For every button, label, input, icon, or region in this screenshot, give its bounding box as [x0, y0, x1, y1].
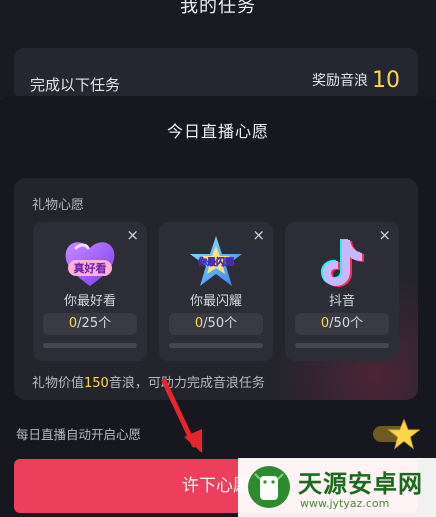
- gift-name: 你最闪耀: [189, 294, 242, 309]
- task-card: 完成以下任务 奖励音浪 10: [14, 48, 418, 100]
- gift-card-ni-zui-hao-kan[interactable]: × 真好看 你最好看 0/25个: [33, 222, 147, 361]
- gift-card-ni-zui-shan-yao[interactable]: × 你最闪耀 你最闪耀 0/50个: [159, 222, 273, 361]
- close-icon[interactable]: ×: [126, 226, 139, 244]
- close-icon[interactable]: ×: [252, 226, 265, 244]
- gift-value-note: 礼物价值150音浪，可助力完成音浪任务: [32, 372, 265, 391]
- gift-count: 0/50个: [295, 313, 389, 335]
- close-icon[interactable]: ×: [378, 226, 391, 244]
- gift-art-text: 你最闪耀: [197, 256, 234, 268]
- note-prefix: 礼物价值: [32, 376, 85, 391]
- task-description: 完成以下任务: [30, 76, 121, 94]
- gift-count-current: 0: [320, 316, 330, 331]
- gift-progress-bar: [169, 343, 263, 348]
- auto-open-toggle[interactable]: [373, 418, 420, 450]
- gift-name: 抖音: [328, 294, 355, 309]
- star-gift-icon: 你最闪耀: [190, 236, 242, 286]
- annotation-arrow-icon: [161, 378, 202, 453]
- reward-label: 奖励音浪: [312, 73, 368, 89]
- gift-wish-label: 礼物心愿: [32, 198, 85, 213]
- gift-count-target: /50个: [203, 316, 238, 331]
- star-toggle-knob-icon[interactable]: [388, 418, 420, 450]
- watermark-logo-icon: [248, 466, 290, 508]
- gift-name: 你最好看: [63, 294, 116, 309]
- gift-progress-bar: [43, 343, 137, 348]
- sheet-title: 今日直播心愿: [166, 122, 269, 141]
- gift-count-current: 0: [194, 316, 204, 331]
- gift-art-text: 真好看: [74, 261, 107, 275]
- reward-value: 10: [372, 68, 400, 93]
- heart-gift-icon: 真好看: [65, 242, 115, 286]
- task-reward: 奖励音浪 10: [312, 68, 400, 93]
- note-value: 150: [84, 376, 109, 391]
- gift-wish-panel: 礼物心愿 × 真好看 你最好看 0/25个 × 你最闪耀 你最闪耀 0/50个 …: [14, 178, 418, 400]
- gift-count: 0/50个: [169, 313, 263, 335]
- watermark-name: 天源安卓网: [298, 470, 423, 498]
- gift-count-current: 0: [68, 316, 78, 331]
- gift-count: 0/25个: [43, 313, 137, 335]
- watermark-url: www.jytyaz.com: [300, 497, 390, 510]
- auto-open-label: 每日直播自动开启心愿: [16, 427, 142, 442]
- gift-count-target: /50个: [329, 316, 364, 331]
- page-title: 我的任务: [180, 0, 256, 17]
- gift-count-target: /25个: [77, 316, 112, 331]
- gift-progress-bar: [295, 343, 389, 348]
- douyin-logo-icon: [321, 239, 364, 287]
- gift-card-dou-yin[interactable]: × 抖音 0/50个: [285, 222, 399, 361]
- watermark: 天源安卓网 www.jytyaz.com: [238, 458, 436, 517]
